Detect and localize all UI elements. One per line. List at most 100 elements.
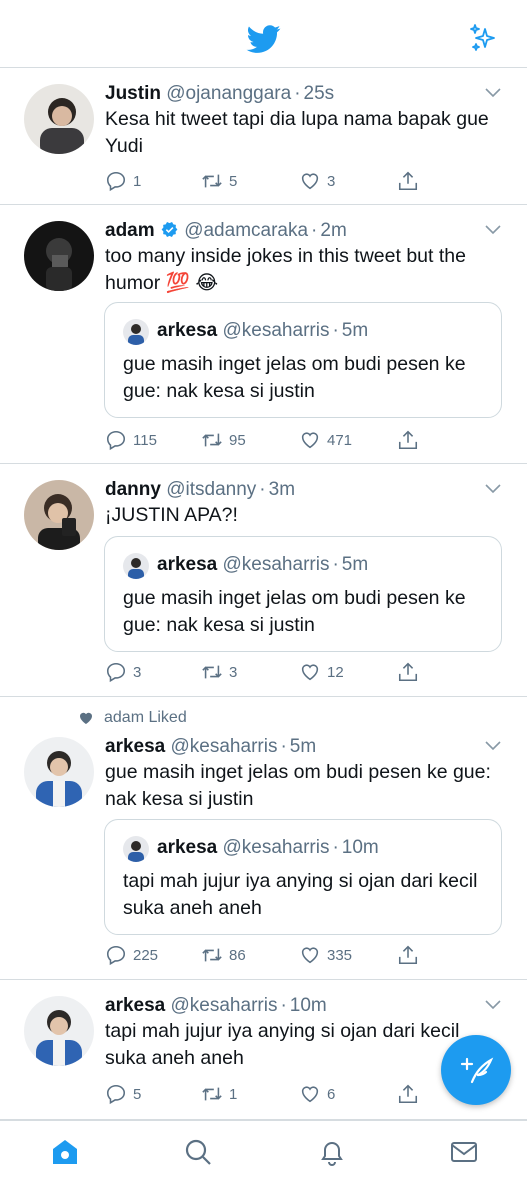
tab-notifications[interactable]	[317, 1137, 347, 1167]
retweet-icon	[202, 1087, 222, 1101]
heart-icon	[301, 947, 319, 964]
avatar[interactable]	[24, 480, 94, 550]
share-button[interactable]	[397, 943, 425, 967]
share-icon	[398, 1084, 418, 1104]
timestamp[interactable]: 5m	[290, 736, 316, 757]
twitter-bird-icon[interactable]	[245, 22, 283, 56]
avatar[interactable]	[24, 996, 94, 1066]
chevron-down-icon[interactable]	[485, 88, 501, 98]
chevron-down-icon[interactable]	[485, 225, 501, 235]
quoted-author-name: arkesa	[157, 554, 218, 575]
retweet-icon	[202, 665, 222, 679]
like-count: 6	[327, 1085, 336, 1103]
avatar[interactable]	[24, 84, 94, 154]
tweet[interactable]: Justin @ojananggara · 25s Kesa hit tweet t…	[0, 68, 527, 205]
reply-button[interactable]: 5	[105, 1082, 141, 1106]
mail-icon	[451, 1142, 477, 1162]
compose-tweet-button[interactable]	[441, 1035, 511, 1105]
like-button[interactable]: 3	[299, 169, 335, 193]
like-count: 12	[327, 663, 344, 681]
timeline[interactable]: Justin @ojananggara · 25s Kesa hit tweet t…	[0, 68, 527, 1120]
sparkle-icon[interactable]	[468, 22, 500, 54]
bottom-tab-bar	[0, 1120, 527, 1200]
avatar[interactable]	[24, 221, 94, 291]
retweet-button[interactable]: 86	[201, 943, 246, 967]
tweet[interactable]: adam @adamcaraka · 2m too many inside joke…	[0, 205, 527, 464]
like-count: 3	[327, 172, 336, 190]
quoted-tweet[interactable]: arkesa @kesaharris · 5m gue masih inget je…	[104, 302, 502, 418]
author-name[interactable]: adam	[105, 220, 155, 241]
liked-by-label: adam Liked	[104, 709, 187, 726]
like-button[interactable]: 6	[299, 1082, 335, 1106]
like-button[interactable]: 335	[299, 943, 352, 967]
quoted-text: tapi mah jujur iya anying si ojan dari k…	[123, 870, 478, 919]
share-icon	[398, 430, 418, 450]
timestamp[interactable]: 10m	[290, 995, 327, 1016]
quoted-tweet[interactable]: arkesa @kesaharris · 10m tapi mah jujur iy…	[104, 819, 502, 935]
quoted-tweet[interactable]: arkesa @kesaharris · 5m gue masih inget je…	[104, 536, 502, 652]
reply-button[interactable]: 115	[105, 428, 157, 452]
author-handle[interactable]: @adamcaraka	[184, 220, 308, 241]
reply-count: 5	[133, 1085, 142, 1103]
avatar[interactable]	[24, 737, 94, 807]
share-button[interactable]	[397, 1082, 425, 1106]
author-name[interactable]: Justin	[105, 83, 161, 104]
compose-tweet-icon	[460, 1057, 494, 1084]
top-bar	[0, 0, 527, 68]
reply-icon	[106, 430, 126, 451]
author-name[interactable]: arkesa	[105, 736, 165, 757]
author-handle[interactable]: @kesaharris	[171, 736, 278, 757]
chevron-down-icon[interactable]	[485, 1000, 501, 1010]
tweet[interactable]: adam Liked arkesa @kesaharris · 5m gue mas…	[0, 697, 527, 980]
share-icon	[398, 662, 418, 682]
chevron-down-icon[interactable]	[485, 484, 501, 494]
share-button[interactable]	[397, 428, 425, 452]
like-button[interactable]: 12	[299, 660, 344, 684]
author-handle[interactable]: @itsdanny	[166, 479, 256, 500]
like-count: 335	[327, 946, 353, 964]
quoted-author-name: arkesa	[157, 320, 218, 341]
tab-home[interactable]	[50, 1137, 80, 1167]
retweet-button[interactable]: 1	[201, 1082, 237, 1106]
tab-search[interactable]	[183, 1137, 213, 1167]
quoted-text: gue masih inget jelas om budi pesen ke g…	[123, 353, 466, 402]
quoted-author-name: arkesa	[157, 837, 218, 858]
author-name[interactable]: danny	[105, 479, 161, 500]
reply-icon	[106, 1084, 126, 1105]
author-name[interactable]: arkesa	[105, 995, 165, 1016]
retweet-icon	[202, 174, 222, 188]
share-button[interactable]	[397, 169, 425, 193]
social-context[interactable]: adam Liked	[78, 709, 187, 727]
author-handle[interactable]: @ojananggara	[166, 83, 291, 104]
timestamp[interactable]: 25s	[304, 83, 335, 104]
reply-button[interactable]: 3	[105, 660, 141, 684]
like-button[interactable]: 471	[299, 428, 352, 452]
reply-icon	[106, 662, 126, 683]
tweet-text: gue masih inget jelas om budi pesen ke g…	[105, 761, 491, 810]
quoted-timestamp: 5m	[341, 320, 369, 341]
timestamp[interactable]: 3m	[269, 479, 295, 500]
reply-count: 225	[133, 946, 159, 964]
share-button[interactable]	[397, 660, 425, 684]
quoted-author-handle: @kesaharris	[222, 837, 330, 858]
heart-icon	[301, 173, 319, 190]
avatar	[123, 553, 149, 579]
quoted-timestamp: 5m	[341, 554, 369, 575]
retweet-button[interactable]: 95	[201, 428, 246, 452]
share-icon	[398, 945, 418, 965]
chevron-down-icon[interactable]	[485, 741, 501, 751]
author-handle[interactable]: @kesaharris	[171, 995, 278, 1016]
tweet-text: too many inside jokes in this tweet but …	[105, 245, 466, 294]
tweet-text: ¡JUSTIN APA?!	[105, 504, 238, 526]
retweet-count: 5	[229, 172, 238, 190]
retweet-button[interactable]: 5	[201, 169, 237, 193]
tweet[interactable]: danny @itsdanny · 3m ¡JUSTIN APA?! arkesa …	[0, 464, 527, 697]
reply-icon	[106, 171, 126, 192]
reply-button[interactable]: 225	[105, 943, 158, 967]
reply-button[interactable]: 1	[105, 169, 141, 193]
timestamp[interactable]: 2m	[320, 220, 346, 241]
retweet-button[interactable]: 3	[201, 660, 237, 684]
tab-messages[interactable]	[449, 1137, 479, 1167]
tweet-actions: 115 95 471	[105, 428, 505, 452]
reply-count: 115	[133, 431, 157, 449]
